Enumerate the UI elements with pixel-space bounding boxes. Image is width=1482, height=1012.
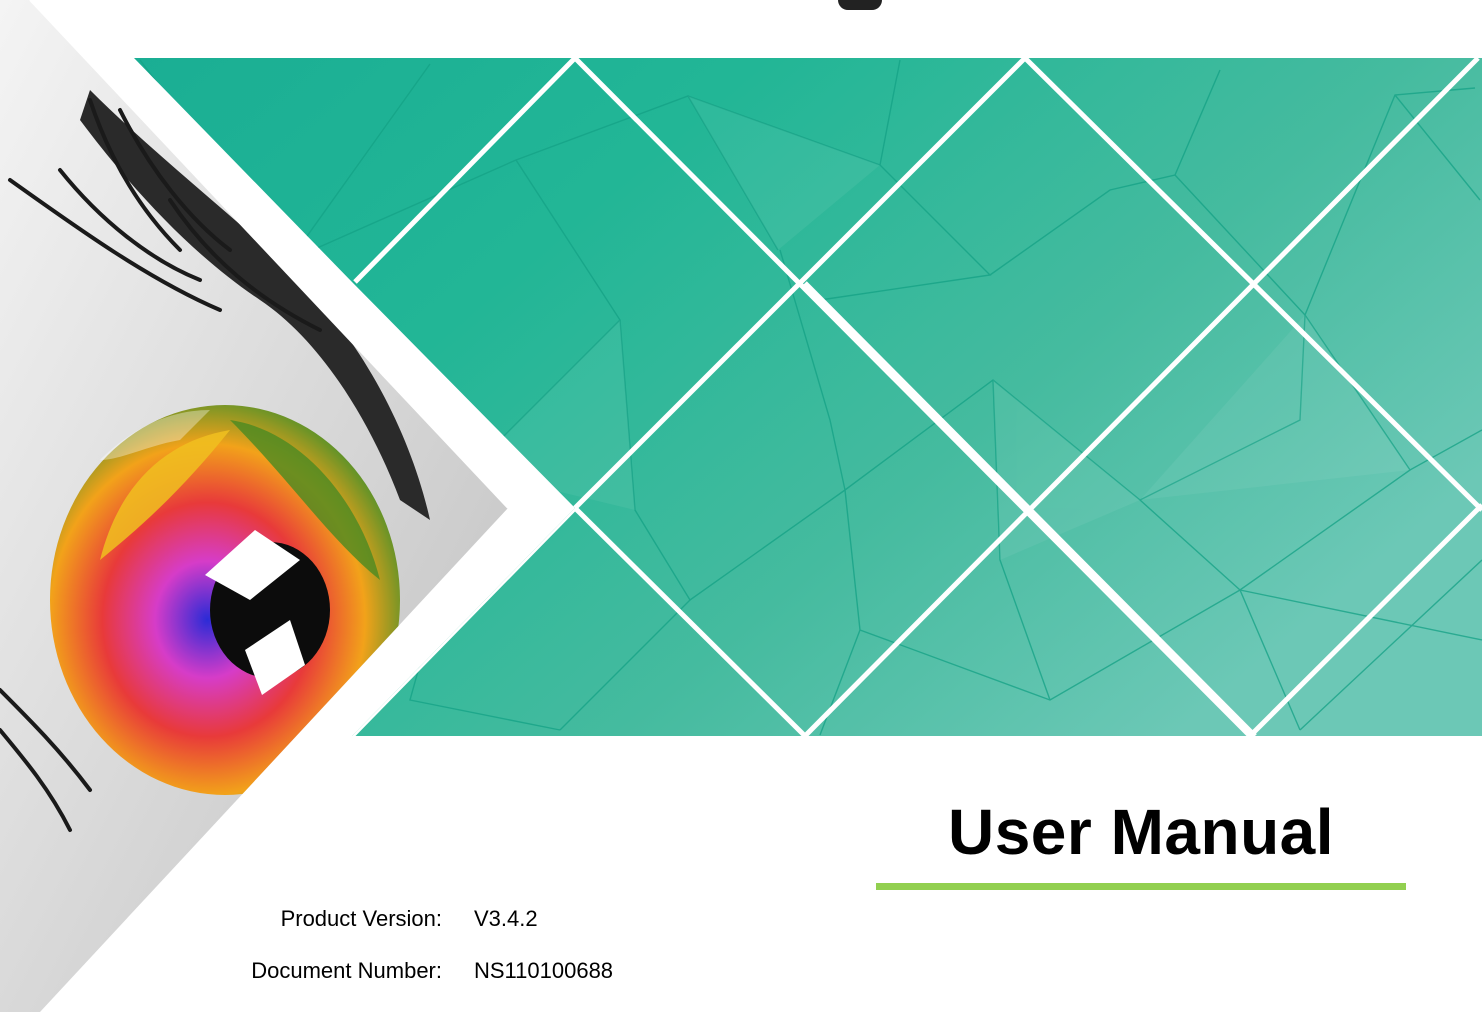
document-number-label: Document Number: [251,958,442,983]
manual-cover-page: User Manual Product Version: V3.4.2 Docu… [0,0,1482,1012]
document-number-row: Document Number: NS110100688 [0,951,900,991]
product-version-row: Product Version: V3.4.2 [0,899,900,939]
document-title: User Manual [947,796,1335,868]
document-number-value: NS110100688 [474,958,614,983]
product-version-value: V3.4.2 [474,906,538,931]
title-underline [876,883,1406,890]
product-version-label: Product Version: [280,906,442,931]
logo-fragment [838,0,882,10]
